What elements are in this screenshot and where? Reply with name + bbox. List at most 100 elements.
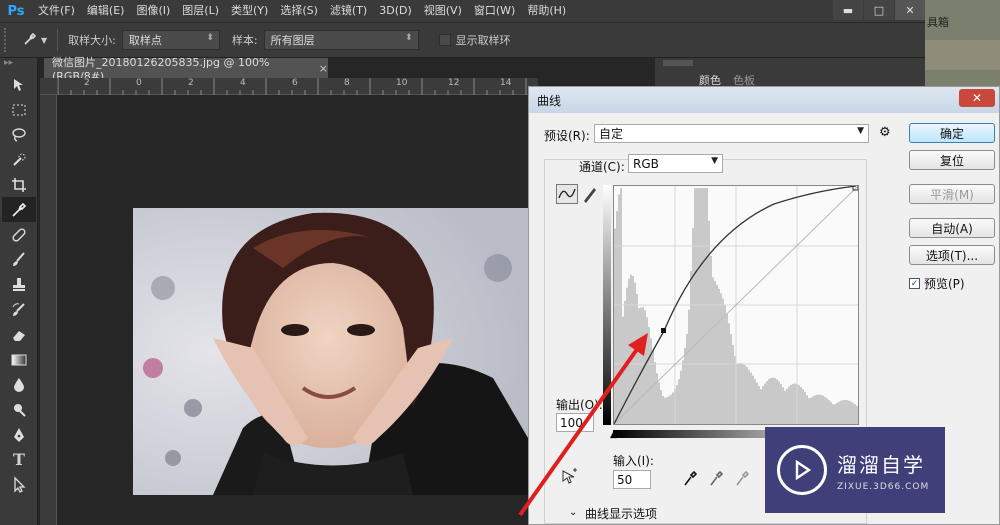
- menu-image[interactable]: 图像(I): [130, 0, 176, 22]
- photoshop-window: Ps 文件(F) 编辑(E) 图像(I) 图层(L) 类型(Y) 选择(S) 滤…: [0, 0, 1000, 525]
- photoshop-logo: Ps: [7, 3, 25, 19]
- input-value: 50: [617, 472, 633, 487]
- vertical-ruler: [40, 95, 57, 525]
- path-select-icon[interactable]: [2, 472, 36, 497]
- show-ring-checkbox[interactable]: [438, 34, 451, 46]
- channel-select[interactable]: RGB ▼: [628, 154, 723, 173]
- marquee-icon[interactable]: [2, 97, 36, 122]
- sample-size-value: 取样点: [128, 34, 162, 47]
- ruler-label: 0: [136, 78, 142, 88]
- expand-chevron-icon[interactable]: ⌄: [569, 507, 577, 518]
- options-grip[interactable]: [4, 28, 12, 52]
- menu-help[interactable]: 帮助(H): [521, 0, 572, 22]
- reset-button[interactable]: 复位: [909, 150, 995, 170]
- move-icon[interactable]: [2, 72, 36, 97]
- sample-size-select[interactable]: 取样点 ⬍: [121, 30, 220, 50]
- input-field[interactable]: 50: [613, 470, 651, 489]
- preview-label: 预览(P): [924, 277, 965, 291]
- ruler-label: 12: [448, 78, 460, 88]
- chevron-down-icon: ▼: [857, 126, 864, 136]
- stamp-icon[interactable]: [2, 272, 36, 297]
- smooth-button[interactable]: 平滑(M): [909, 184, 995, 204]
- menu-select[interactable]: 选择(S): [274, 0, 324, 22]
- menu-bar: Ps 文件(F) 编辑(E) 图像(I) 图层(L) 类型(Y) 选择(S) 滤…: [0, 0, 925, 22]
- document-tab[interactable]: 微信图片_20180126205835.jpg @ 100%(RGB/8#) ×: [44, 56, 328, 83]
- menu-view[interactable]: 视图(V): [418, 0, 468, 22]
- sample-label: 样本:: [231, 34, 258, 47]
- dialog-titlebar[interactable]: 曲线: [529, 87, 999, 113]
- lasso-icon[interactable]: [2, 122, 36, 147]
- chevron-down-icon: ▼: [41, 35, 48, 45]
- maximize-button[interactable]: □: [864, 0, 894, 20]
- ok-button[interactable]: 确定: [909, 123, 995, 143]
- preset-label: 预设(R):: [544, 129, 590, 143]
- options-button[interactable]: 选项(T)...: [909, 245, 995, 265]
- watermark-logo: 溜溜自学 ZIXUE.3D66.COM: [765, 427, 945, 513]
- preset-value: 自定: [599, 127, 624, 141]
- tool-preset-picker[interactable]: ▼: [22, 31, 47, 50]
- quick-select-icon[interactable]: [2, 147, 36, 172]
- curve-point-icon[interactable]: [556, 184, 578, 204]
- menu-layer[interactable]: 图层(L): [176, 0, 225, 22]
- white-eyedropper-icon[interactable]: [735, 469, 750, 487]
- menu-edit[interactable]: 编辑(E): [81, 0, 131, 22]
- sample-select[interactable]: 所有图层 ⬍: [263, 30, 419, 50]
- window-controls: ▬ □ ✕: [832, 0, 925, 22]
- channel-label: 通道(C):: [579, 160, 625, 174]
- ruler-label: 2: [188, 78, 194, 88]
- preset-select[interactable]: 自定 ▼: [594, 124, 869, 143]
- updown-icon: ⬍: [405, 33, 413, 43]
- preview-checkbox[interactable]: ✓: [909, 278, 920, 289]
- gradient-icon[interactable]: [2, 347, 36, 372]
- horizontal-ruler: 2 0 2 4 6 8 10 12 14: [58, 78, 538, 95]
- chevron-down-icon: ▼: [711, 156, 718, 166]
- close-window-button[interactable]: ✕: [895, 0, 925, 20]
- type-icon[interactable]: T: [2, 447, 36, 472]
- show-ring-label: 显示取样环: [455, 34, 511, 47]
- brush-icon[interactable]: [2, 247, 36, 272]
- menu-file[interactable]: 文件(F): [32, 0, 81, 22]
- pen-icon[interactable]: [2, 422, 36, 447]
- show-options-label[interactable]: 曲线显示选项: [585, 505, 657, 522]
- toolbox-header[interactable]: ▸▸: [0, 58, 37, 72]
- black-eyedropper-icon[interactable]: [683, 469, 698, 487]
- menu-filter[interactable]: 滤镜(T): [324, 0, 373, 22]
- blur-icon[interactable]: [2, 372, 36, 397]
- ruler-label: 4: [240, 78, 246, 88]
- ruler-label: 10: [396, 78, 408, 88]
- eyedropper-icon[interactable]: [2, 197, 36, 222]
- curve-graph[interactable]: [613, 185, 859, 425]
- ruler-label: 8: [344, 78, 350, 88]
- pencil-icon[interactable]: [581, 184, 599, 204]
- input-label: 输入(I):: [613, 454, 654, 468]
- target-adjust-icon[interactable]: [559, 467, 581, 487]
- gray-eyedropper-icon[interactable]: [709, 469, 724, 487]
- watermark-title: 溜溜自学: [837, 452, 925, 477]
- ruler-label: 6: [292, 78, 298, 88]
- settings-gear-icon[interactable]: ⚙: [879, 125, 891, 140]
- eraser-icon[interactable]: [2, 322, 36, 347]
- crop-icon[interactable]: [2, 172, 36, 197]
- ruler-label: 2: [84, 78, 90, 88]
- close-icon[interactable]: ✕: [959, 89, 995, 107]
- close-tab-icon[interactable]: ×: [319, 62, 328, 75]
- menu-type[interactable]: 类型(Y): [225, 0, 274, 22]
- auto-button[interactable]: 自动(A): [909, 218, 995, 238]
- output-value: 100: [560, 415, 583, 430]
- history-brush-icon[interactable]: [2, 297, 36, 322]
- toolbox: ▸▸ T: [0, 58, 38, 525]
- black-point-slider[interactable]: ▲: [610, 430, 617, 440]
- eyedropper-preset-icon: [22, 31, 38, 50]
- output-label: 输出(O):: [556, 398, 603, 412]
- dodge-icon[interactable]: [2, 397, 36, 422]
- watermark-url: ZIXUE.3D66.COM: [837, 481, 930, 492]
- play-icon: [777, 445, 827, 495]
- output-field[interactable]: 100: [556, 413, 594, 432]
- menu-3d[interactable]: 3D(D): [373, 0, 418, 22]
- minimize-button[interactable]: ▬: [833, 0, 863, 20]
- background-window-label: 具箱: [927, 16, 949, 29]
- healing-icon[interactable]: [2, 222, 36, 247]
- menu-window[interactable]: 窗口(W): [468, 0, 521, 22]
- document-photo[interactable]: [133, 208, 528, 495]
- channel-value: RGB: [633, 156, 659, 171]
